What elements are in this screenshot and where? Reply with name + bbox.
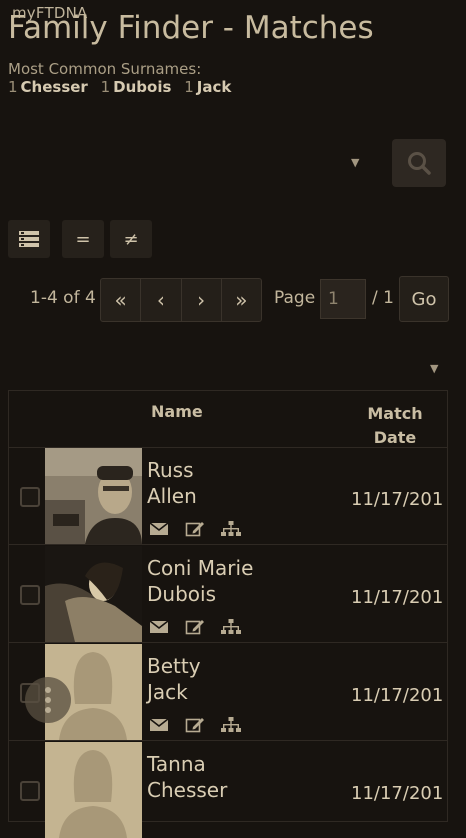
filter-dropdown[interactable]: ▼ — [351, 156, 359, 169]
row-checkbox[interactable] — [20, 585, 40, 605]
dot-icon — [45, 687, 51, 693]
email-icon[interactable] — [149, 521, 169, 537]
dot-icon — [45, 707, 51, 713]
match-name[interactable]: Betty Jack — [147, 653, 201, 705]
family-tree-icon[interactable] — [221, 717, 241, 733]
last-page-button[interactable]: » — [222, 279, 261, 321]
pagination: « ‹ › » — [100, 278, 262, 322]
list-view-button[interactable] — [8, 220, 50, 258]
chevron-left-icon: ‹ — [156, 288, 165, 312]
prev-page-button[interactable]: ‹ — [141, 279, 182, 321]
search-button[interactable] — [392, 139, 446, 187]
table-header: Name Match Date — [9, 391, 447, 448]
table-row[interactable]: Coni Marie Dubois 11/17/201 — [9, 545, 447, 643]
page-number-input[interactable] — [320, 279, 366, 319]
match-photo[interactable] — [45, 546, 142, 642]
next-page-button[interactable]: › — [182, 279, 222, 321]
match-date: 11/17/201 — [351, 489, 444, 510]
match-photo[interactable] — [45, 448, 142, 544]
search-icon — [408, 152, 431, 175]
not-in-common-button[interactable]: ≠ — [110, 220, 152, 258]
family-tree-icon[interactable] — [221, 619, 241, 635]
double-chevron-left-icon: « — [114, 288, 127, 312]
go-button[interactable]: Go — [399, 276, 449, 322]
common-surnames-list: 1 Chesser 1 Dubois 1 Jack — [8, 78, 239, 96]
row-actions — [149, 521, 241, 537]
dot-icon — [45, 697, 51, 703]
row-checkbox[interactable] — [20, 487, 40, 507]
column-header-match-date[interactable]: Match Date — [355, 402, 435, 450]
row-actions — [149, 619, 241, 635]
match-name[interactable]: Coni Marie Dubois — [147, 555, 253, 607]
match-date: 11/17/201 — [351, 783, 444, 804]
table-row[interactable]: Betty Jack 11/17/201 — [9, 643, 447, 741]
equal-icon: = — [75, 228, 91, 250]
column-header-name[interactable]: Name — [151, 402, 203, 421]
match-date: 11/17/201 — [351, 587, 444, 608]
surname-chesser[interactable]: 1 Chesser — [8, 78, 88, 96]
email-icon[interactable] — [149, 619, 169, 635]
match-name[interactable]: Tanna Chesser — [147, 751, 227, 803]
list-view-icon — [19, 231, 39, 247]
caret-down-icon: ▼ — [351, 156, 360, 169]
common-surnames-label: Most Common Surnames: — [8, 60, 202, 78]
female-silhouette-icon — [45, 742, 142, 838]
edit-note-icon[interactable] — [185, 521, 205, 537]
chevron-right-icon: › — [197, 288, 206, 312]
surname-dubois[interactable]: 1 Dubois — [101, 78, 172, 96]
match-photo-placeholder[interactable] — [45, 742, 142, 838]
edit-note-icon[interactable] — [185, 619, 205, 635]
row-checkbox[interactable] — [20, 781, 40, 801]
family-tree-icon[interactable] — [221, 521, 241, 537]
match-date: 11/17/201 — [351, 685, 444, 706]
double-chevron-right-icon: » — [235, 288, 248, 312]
edit-note-icon[interactable] — [185, 717, 205, 733]
in-common-button[interactable]: = — [62, 220, 104, 258]
page-label: Page — [274, 288, 316, 308]
matches-table: Name Match Date Russ Allen 11/17/201 Con… — [8, 390, 448, 838]
surname-jack[interactable]: 1 Jack — [184, 78, 231, 96]
email-icon[interactable] — [149, 717, 169, 733]
match-name[interactable]: Russ Allen — [147, 457, 197, 509]
table-row[interactable]: Tanna Chesser 11/17/201 — [9, 741, 447, 838]
table-row[interactable]: Russ Allen 11/17/201 — [9, 447, 447, 545]
more-menu-button[interactable] — [25, 677, 71, 723]
first-page-button[interactable]: « — [101, 279, 142, 321]
page-title: Family Finder - Matches — [8, 10, 374, 46]
page-total: / 1 — [372, 288, 394, 308]
not-equal-icon: ≠ — [123, 228, 139, 250]
row-actions — [149, 717, 241, 733]
results-range: 1-4 of 4 — [30, 288, 96, 308]
caret-down-icon: ▼ — [430, 362, 439, 375]
sort-dropdown[interactable]: ▼ — [430, 362, 438, 375]
